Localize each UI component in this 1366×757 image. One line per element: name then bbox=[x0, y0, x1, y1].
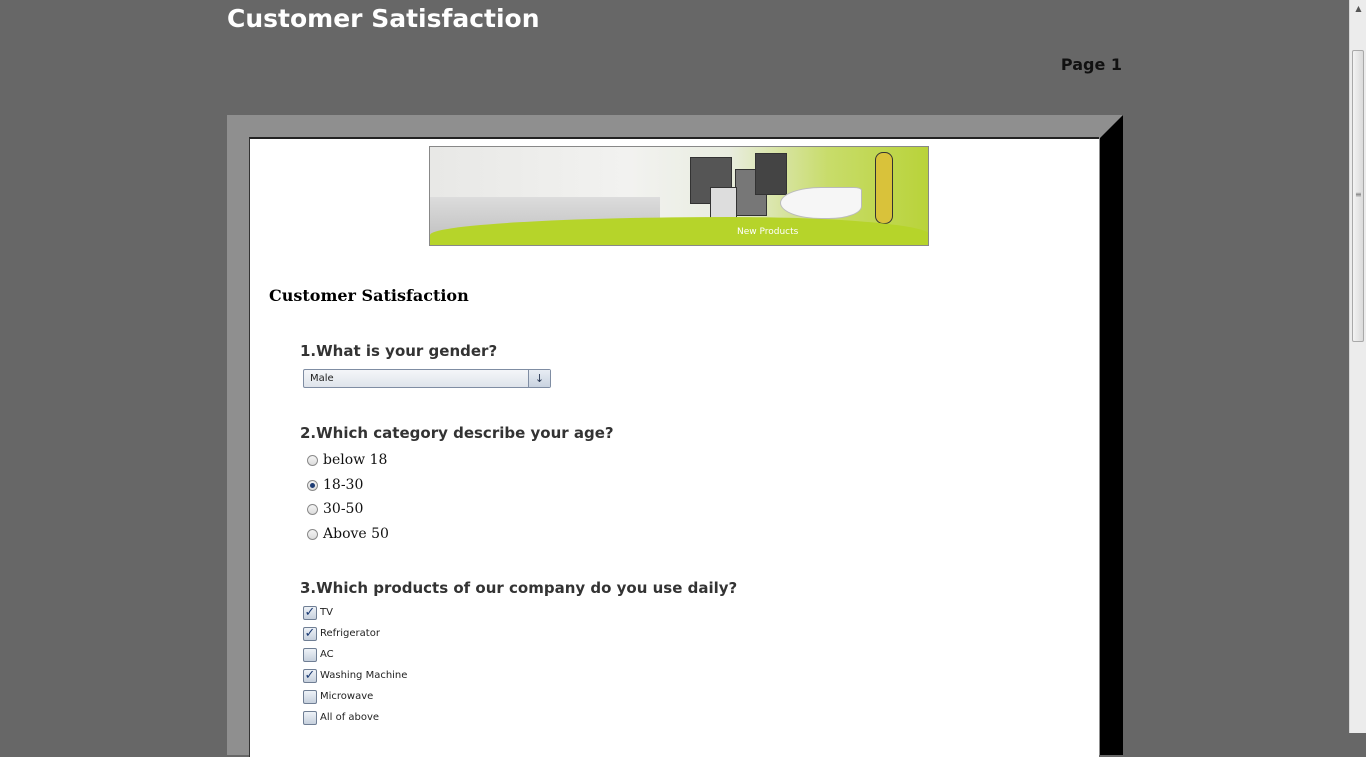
radio-button[interactable] bbox=[307, 504, 318, 515]
page-number: Page 1 bbox=[1060, 55, 1122, 74]
checkbox-label: Refrigerator bbox=[320, 628, 380, 639]
checkbox[interactable]: ✓ bbox=[303, 669, 317, 683]
checkbox-label: All of above bbox=[320, 712, 380, 723]
checkbox[interactable]: ✓ bbox=[303, 627, 317, 641]
banner-image: New Products bbox=[429, 146, 929, 246]
checkbox-label: AC bbox=[320, 649, 334, 660]
question-2: 2.Which category describe your age? bbox=[300, 424, 614, 442]
scroll-up-icon[interactable]: ▲ bbox=[1350, 0, 1366, 17]
checkbox[interactable]: ✓ bbox=[303, 606, 317, 620]
iron-shape bbox=[780, 187, 862, 219]
question-1: 1.What is your gender? bbox=[300, 342, 498, 360]
chevron-down-icon[interactable]: ↓ bbox=[528, 370, 550, 387]
gender-select[interactable]: Male ↓ bbox=[303, 369, 551, 388]
vertical-scrollbar[interactable]: ▲ ≡ bbox=[1349, 0, 1366, 733]
checkbox-label: Microwave bbox=[320, 691, 374, 702]
banner-caption: New Products bbox=[737, 227, 799, 237]
person-shape bbox=[875, 152, 893, 224]
radio-label: below 18 bbox=[323, 452, 388, 468]
radio-label: 18-30 bbox=[323, 477, 364, 493]
radio-button[interactable] bbox=[307, 480, 318, 491]
checkbox[interactable] bbox=[303, 648, 317, 662]
appliance-shape bbox=[755, 153, 787, 195]
checkbox-label: Washing Machine bbox=[320, 670, 408, 681]
scroll-thumb[interactable]: ≡ bbox=[1352, 50, 1364, 342]
form-title: Customer Satisfaction bbox=[269, 286, 469, 305]
question-3: 3.Which products of our company do you u… bbox=[300, 579, 738, 597]
frame-shadow bbox=[1100, 115, 1123, 755]
grip-icon: ≡ bbox=[1355, 190, 1362, 199]
radio-label: 30-50 bbox=[323, 501, 364, 517]
checkbox[interactable] bbox=[303, 690, 317, 704]
page-title: Customer Satisfaction bbox=[227, 4, 540, 33]
gender-select-value: Male bbox=[310, 373, 334, 384]
radio-button[interactable] bbox=[307, 455, 318, 466]
radio-label: Above 50 bbox=[323, 526, 389, 542]
checkbox[interactable] bbox=[303, 711, 317, 725]
radio-button[interactable] bbox=[307, 529, 318, 540]
checkbox-label: TV bbox=[320, 607, 333, 618]
